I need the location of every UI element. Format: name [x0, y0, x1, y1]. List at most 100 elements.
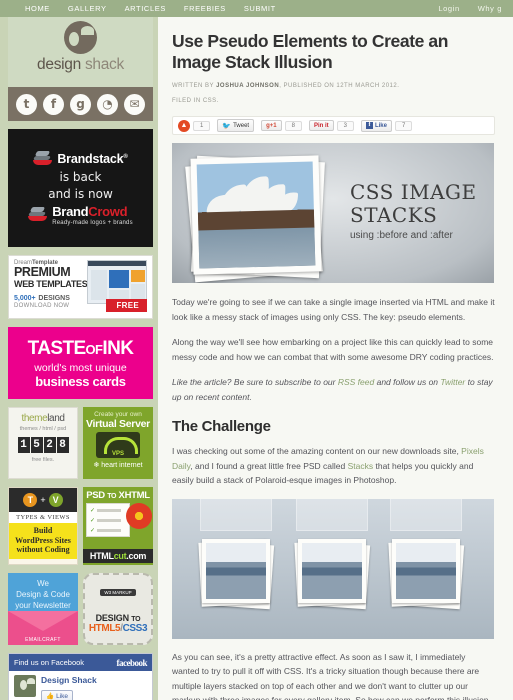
fb-like-count: 7: [394, 120, 413, 131]
facebook-like-label: Like: [56, 692, 69, 700]
heartinternet-line-2: Virtual Server: [86, 418, 150, 430]
logo-word-shack: shack: [84, 56, 124, 73]
google-plus-button[interactable]: g+1: [261, 120, 282, 131]
htmlcut-url: HTMLcut.com: [83, 549, 153, 563]
share-flame-group[interactable]: ▲ 1: [178, 119, 211, 132]
hero-image: CSS IMAGE STACKS using :before and :afte…: [172, 143, 494, 283]
brandstack-title-text: Brandstack: [57, 151, 124, 166]
byline-author[interactable]: JOSHUA JOHNSON: [216, 83, 279, 89]
ad-heartinternet[interactable]: Create your own Virtual Server VPS ❄ hea…: [83, 407, 153, 479]
emailcraft-copy: We Design & Code your Newsletter: [8, 573, 78, 613]
share-pinterest-group[interactable]: Pin it 3: [308, 120, 354, 131]
subscribe-text-1: Like the article? Be sure to subscribe t…: [172, 377, 338, 387]
hero-caption: CSS IMAGE STACKS using :before and :afte…: [350, 180, 477, 242]
themeland-counter: 1528: [13, 437, 73, 453]
dreamtemplate-count: 5,000+ DESIGNS: [14, 292, 92, 303]
tasteofink-word-ink: INK: [102, 337, 134, 359]
emailcraft-line-3: your Newsletter: [15, 601, 71, 610]
nav-link-submit[interactable]: SUBMIT: [235, 4, 285, 13]
site-logo-wordmark: design shack: [37, 56, 124, 74]
facebook-like-share-button[interactable]: f Like: [360, 119, 392, 132]
ad-typesviews[interactable]: T + V TYPES & VIEWS Build WordPress Site…: [8, 487, 78, 565]
html5css3-word-css3: CSS3: [122, 623, 148, 634]
htmlcut-url-a: HTML: [89, 551, 114, 561]
check-icon: ✓: [90, 518, 96, 524]
fb-like-label: Like: [374, 122, 387, 129]
challenge-text-2: , and I found a great little free PSD ca…: [190, 460, 348, 471]
dreamtemplate-cta: DOWNLOAD NOW: [14, 303, 70, 309]
brandcrowd-title: BrandCrowd: [52, 204, 133, 219]
ghost-card: [390, 498, 462, 531]
nav-link-articles[interactable]: ARTICLES: [116, 4, 175, 13]
dreamtemplate-count-label: DESIGNS: [38, 295, 70, 302]
google-plus-icon[interactable]: g: [70, 93, 91, 115]
twitter-bird-icon: 🐦: [222, 122, 232, 130]
account-nav-links: Login Why g: [429, 4, 513, 13]
hero-subtitle: using :before and :after: [350, 230, 453, 241]
envelope-icon: EMAILCRAFT: [8, 611, 78, 645]
facebook-f-icon: f: [365, 122, 373, 129]
subscribe-text-2: and follow us on: [374, 377, 441, 387]
flame-icon: ▲: [178, 119, 190, 132]
htmlcut-url-c: .com: [126, 551, 147, 561]
pinterest-button[interactable]: Pin it: [308, 120, 334, 131]
typesviews-copy: Build WordPress Sites without Coding: [9, 523, 77, 559]
lake-photo: [206, 542, 266, 599]
views-badge-icon: V: [48, 493, 63, 507]
logo-word-design: design: [37, 56, 81, 73]
themeland-digit-1: 1: [17, 437, 30, 453]
polaroid-front: [190, 155, 322, 275]
email-icon[interactable]: ✉: [124, 93, 145, 115]
themeland-digit-3: 2: [43, 437, 56, 453]
byline-date: , PUBLISHED ON 12TH MARCH 2012.: [279, 83, 400, 89]
brandstack-trademark: ®: [123, 153, 128, 160]
facebook-like-button[interactable]: 👍 Like: [41, 690, 74, 700]
htmlcut-checklist: ✓ ✓ ✓: [86, 503, 130, 537]
brandcrowd-tagline: Ready-made logos + brands: [52, 219, 133, 226]
themeland-brand: themeland: [13, 413, 73, 424]
twitter-link[interactable]: Twitter: [440, 377, 465, 387]
paragraph-intro-1: Today we're going to see if we can take …: [172, 297, 495, 322]
ghost-card: [296, 498, 368, 531]
facebook-icon[interactable]: f: [43, 93, 64, 115]
ghost-card: [200, 498, 272, 531]
typesviews-line-2: WordPress Sites: [15, 535, 71, 545]
nav-link-why-signup[interactable]: Why g: [469, 4, 511, 13]
share-facebook-group[interactable]: f Like 7: [360, 119, 413, 132]
facebook-logo: facebook: [116, 657, 148, 668]
nav-link-login[interactable]: Login: [429, 4, 468, 13]
nav-link-home[interactable]: HOME: [16, 4, 59, 13]
brandstack-swoosh-icon: [33, 150, 53, 167]
tasteofink-word-of: OF: [85, 341, 103, 357]
stack-card-front: [202, 538, 270, 603]
tasteofink-word-taste: TASTE: [27, 337, 86, 359]
htmlcut-headline: PSD TO XHTML: [86, 490, 150, 501]
nav-link-gallery[interactable]: GALLERY: [59, 4, 116, 13]
rss-icon[interactable]: ◔: [97, 93, 118, 115]
paragraph-effect: As you can see, it's a pretty attractive…: [172, 651, 489, 700]
ad-htmlcut[interactable]: PSD TO XHTML ✓ ✓ ✓ HTMLcut.com: [83, 487, 153, 565]
nav-link-freebies[interactable]: FREEBIES: [175, 4, 235, 13]
site-logo[interactable]: design shack: [8, 17, 153, 87]
ad-themeland[interactable]: themeland themes / html / psd 1528 free …: [8, 407, 78, 479]
tweet-button[interactable]: 🐦 Tweet: [217, 119, 255, 132]
twitter-icon[interactable]: t: [16, 93, 37, 115]
themeland-subtitle: themes / html / psd: [19, 426, 67, 432]
facebook-page-name[interactable]: Design Shack: [41, 675, 97, 685]
hero-title-line-1: CSS IMAGE: [350, 180, 477, 204]
themeland-digit-4: 8: [56, 437, 69, 453]
stacks-link[interactable]: Stacks: [348, 461, 374, 471]
ad-dreamtemplate[interactable]: DreamTemplate PREMIUM WEB TEMPLATES 5,00…: [8, 255, 153, 319]
ad-tasteofink[interactable]: TASTEOFINK world's most unique business …: [8, 327, 153, 399]
brandcrowd-swoosh-icon: [28, 206, 48, 223]
page-shell: design shack t f g ◔ ✉ Brandstack® is ba…: [0, 17, 513, 700]
ad-emailcraft[interactable]: We Design & Code your Newsletter EMAILCR…: [8, 573, 78, 645]
typesviews-line-3: without Coding: [16, 545, 70, 554]
ad-row-3: We Design & Code your Newsletter EMAILCR…: [8, 573, 153, 645]
article-category[interactable]: FILED IN CSS.: [172, 96, 495, 106]
rss-feed-link[interactable]: RSS feed: [338, 377, 374, 387]
sidebar: design shack t f g ◔ ✉ Brandstack® is ba…: [8, 17, 153, 700]
share-gplus-group[interactable]: g+1 8: [261, 120, 302, 131]
ad-brandstack[interactable]: Brandstack® is back and is now BrandCrow…: [8, 129, 153, 247]
ad-html5css3[interactable]: W3 MARKUP DESIGN TO HTML5/CSS3: [83, 573, 153, 645]
